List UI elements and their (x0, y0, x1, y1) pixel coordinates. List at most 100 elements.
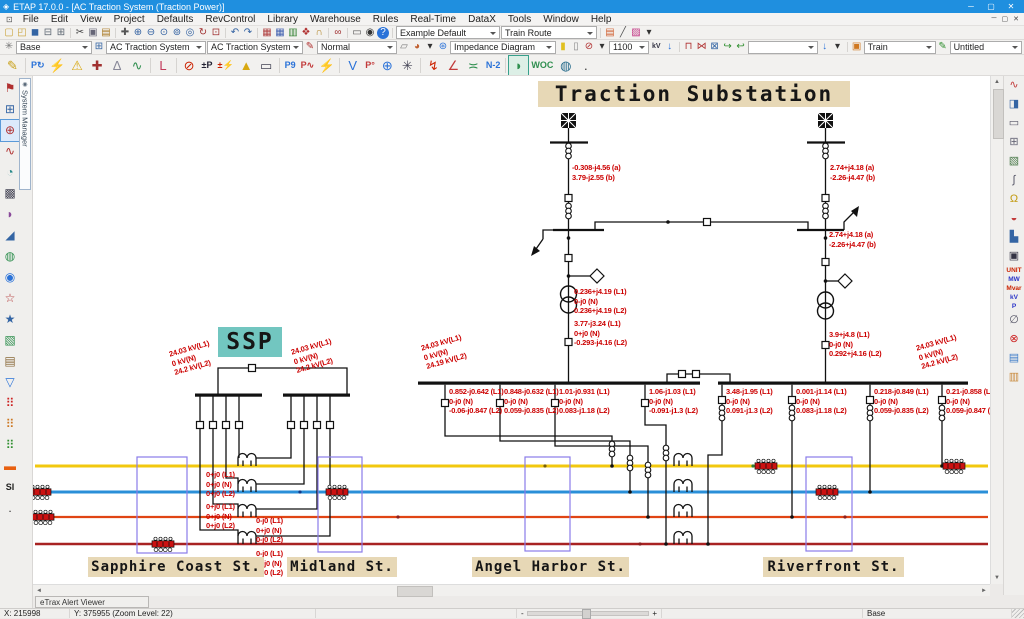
schedule-red-icon[interactable]: ▦ (261, 27, 273, 39)
menu-datax[interactable]: DataX (462, 14, 502, 25)
scroll-left-icon[interactable]: ◄ (33, 586, 45, 596)
cable-thermal-icon[interactable]: P∿ (299, 56, 317, 75)
mvar-label-icon[interactable]: Mvar (1002, 284, 1024, 293)
menu-tools[interactable]: Tools (502, 14, 537, 25)
ssp-bus-right[interactable] (283, 394, 350, 397)
minimize-button[interactable]: ─ (965, 2, 977, 11)
kv-dropdown[interactable]: 1100 (609, 41, 649, 54)
train-symbol[interactable] (33, 485, 51, 500)
filter-dropdown[interactable] (748, 41, 818, 54)
p-label-icon[interactable]: P (1002, 302, 1024, 311)
train-zone[interactable] (525, 457, 570, 551)
open-icon[interactable]: ◰ (16, 27, 28, 39)
train-zone[interactable] (806, 457, 852, 551)
horizontal-scrollbar[interactable]: ◄ ► (33, 584, 990, 596)
starting-curve-icon[interactable]: L (154, 56, 173, 75)
status-pencil-icon[interactable]: ✎ (304, 41, 316, 53)
zoom-slider-track[interactable] (527, 611, 650, 616)
study-view-dropdown[interactable]: AC Traction System (207, 41, 303, 54)
pointer-tool-icon[interactable]: ◢ (1, 225, 19, 246)
overflow-icon[interactable]: . (576, 56, 595, 75)
ssp-bus-left[interactable] (195, 394, 262, 397)
device-curves-icon[interactable]: ∿ (1, 141, 19, 162)
voltage-curve-icon[interactable]: V (343, 56, 362, 75)
gradient-fill-icon[interactable]: ▨ (630, 27, 642, 39)
one-line-diagram-icon[interactable]: ⊕ (1, 120, 19, 141)
more-options-icon[interactable]: ▾ (424, 41, 436, 53)
dot-matrix-icon[interactable]: ▩ (1, 183, 19, 204)
menu-help[interactable]: Help (585, 14, 618, 25)
kv-label-icon[interactable]: kV (1002, 293, 1024, 302)
callout-icon[interactable]: ▯ (570, 41, 582, 53)
undo-icon[interactable]: ↶ (229, 27, 241, 39)
main-bus-left[interactable] (418, 382, 700, 385)
cable-3d-icon[interactable]: ◗ (1, 204, 19, 225)
new-icon[interactable]: ▢ (3, 27, 15, 39)
grouping-icon[interactable]: ❖ (300, 27, 312, 39)
resize-grip[interactable] (1012, 609, 1024, 618)
meter-bowtie-icon[interactable]: ⋈ (696, 41, 708, 53)
gauge-icon[interactable]: ◒ (1005, 209, 1024, 228)
presentation-icon[interactable]: ⊛ (437, 41, 449, 53)
short-circuit-icon[interactable]: ⚡ (48, 56, 67, 75)
alarm-dots-red-icon[interactable]: ⠿ (1, 393, 19, 414)
copy-icon[interactable]: ▣ (87, 27, 99, 39)
cut-icon[interactable]: ✂ (74, 27, 86, 39)
sequence-of-operation-icon[interactable]: ⚡ (317, 56, 336, 75)
harmonics-icon[interactable]: ∿ (128, 56, 147, 75)
system-dropdown[interactable]: AC Traction System (106, 41, 206, 54)
scroll-up-icon[interactable]: ▲ (991, 76, 1003, 88)
alerts-bell-icon[interactable]: Ω (1005, 190, 1024, 209)
print-preview-icon[interactable]: ⊞ (55, 27, 67, 39)
more-options-icon[interactable]: ▾ (596, 41, 608, 53)
find-icon[interactable]: ◉ (364, 27, 376, 39)
datablock-icon[interactable]: ▥ (287, 27, 299, 39)
route-name-dropdown[interactable]: Untitled (950, 41, 1022, 54)
train-symbol[interactable] (755, 459, 777, 474)
alarm-dots-green-icon[interactable]: ⠿ (1, 435, 19, 456)
etrax-alert-viewer-tab[interactable]: eTrax Alert Viewer (35, 596, 149, 608)
switching-sequence-icon[interactable]: ↯ (424, 56, 443, 75)
route-map-icon[interactable]: ▧ (1005, 152, 1024, 171)
meter-red-icon[interactable]: ⊓ (683, 41, 695, 53)
vertical-scroll-thumb[interactable] (993, 89, 1004, 139)
monitor-icon[interactable]: ▣ (1005, 247, 1024, 266)
utility-source-icon[interactable] (561, 113, 576, 128)
overflow-dot-icon[interactable]: . (1, 498, 19, 519)
sync-forward-icon[interactable]: ↪ (722, 41, 734, 53)
train-route-dropdown[interactable]: Train Route (501, 26, 597, 39)
train-symbol[interactable] (943, 459, 965, 474)
sheet-icon[interactable]: ▱ (398, 41, 410, 53)
mdi-close-button[interactable]: ✕ (1013, 15, 1019, 23)
sync-back-icon[interactable]: ↩ (735, 41, 747, 53)
train-dropdown[interactable]: Train (864, 41, 936, 54)
alarm-dots-amber-icon[interactable]: ⠿ (1, 414, 19, 435)
de-bar-icon[interactable]: ▬ (1, 456, 19, 477)
networks-icon[interactable]: ⊞ (1, 99, 19, 120)
pump-gear-icon[interactable]: ⊕ (378, 56, 397, 75)
unbalanced-icon[interactable]: ▲ (237, 56, 256, 75)
mdi-document-icon[interactable]: ⊡ (2, 15, 17, 24)
link-icon[interactable]: ∞ (332, 27, 344, 39)
print-icon[interactable]: ⊟ (42, 27, 54, 39)
earth-globe-icon[interactable]: ◉ (1, 267, 19, 288)
meter-blue-icon[interactable]: ⊠ (709, 41, 721, 53)
mdi-minimize-button[interactable]: ─ (992, 15, 997, 23)
menu-edit[interactable]: Edit (45, 14, 74, 25)
pin-icon[interactable]: ◉ (22, 81, 29, 88)
train-icon[interactable]: ◨ (1005, 95, 1024, 114)
unit-label-icon[interactable]: UNIT (1002, 266, 1024, 275)
zoom-previous-icon[interactable]: ◎ (184, 27, 196, 39)
si-units-icon[interactable]: SI (0, 477, 21, 498)
save-icon[interactable]: ◼ (29, 27, 41, 39)
train-symbol[interactable] (33, 510, 54, 525)
meter-icon[interactable] (838, 274, 852, 288)
meter-icon[interactable] (590, 269, 604, 283)
n-2-contingency-icon[interactable]: N-2 (484, 56, 503, 75)
one-line-diagram-canvas[interactable]: -0.308-j4.56 (a)3.79-j2.55 (b)2.74+j4.18… (33, 76, 990, 584)
menu-revcontrol[interactable]: RevControl (199, 14, 261, 25)
vertical-scrollbar[interactable]: ▲ ▼ (990, 76, 1003, 584)
zoom-window-icon[interactable]: ⊙ (158, 27, 170, 39)
close-button[interactable]: ✕ (1005, 2, 1017, 11)
mdi-restore-button[interactable]: ▢ (1002, 15, 1009, 23)
